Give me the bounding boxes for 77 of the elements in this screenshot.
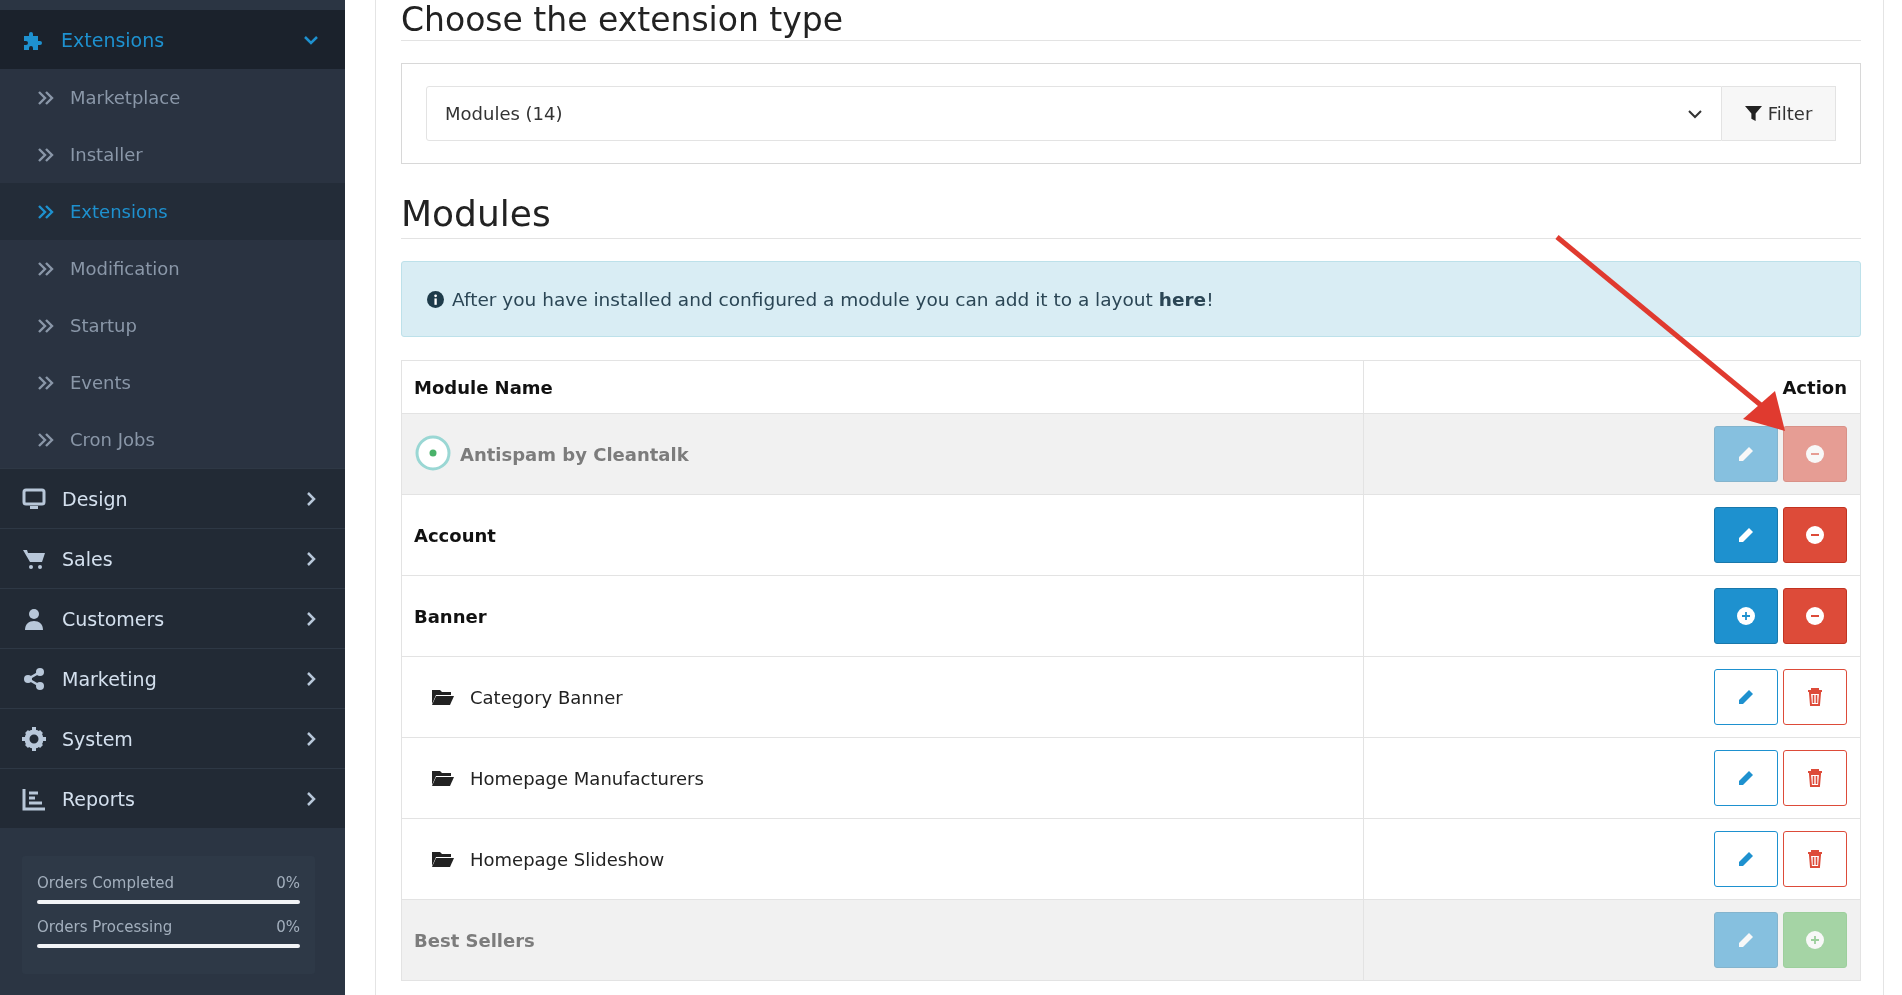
info-icon	[427, 290, 444, 308]
filter-button[interactable]: Filter	[1722, 86, 1836, 141]
folder-icon	[432, 769, 454, 787]
add-button[interactable]	[1714, 588, 1778, 644]
submenu-item[interactable]: Events	[0, 354, 345, 411]
menu-item[interactable]: Reports	[0, 768, 345, 828]
menu-item[interactable]: Marketing	[0, 648, 345, 708]
alert-text: After you have installed and configured a module you can add it to a layout here!	[452, 288, 1214, 310]
user-icon	[22, 606, 46, 631]
menu-item[interactable]: Design	[0, 468, 345, 528]
edit-button[interactable]	[1714, 912, 1778, 968]
pencil-icon	[1737, 688, 1755, 706]
edit-button[interactable]	[1714, 669, 1778, 725]
stat-value: 0%	[276, 918, 300, 936]
trash-icon	[1807, 688, 1823, 706]
delete-button[interactable]	[1783, 750, 1847, 806]
minus-circle-icon	[1806, 526, 1824, 544]
submenu-item[interactable]: Cron Jobs	[0, 411, 345, 468]
column-header: Action	[1782, 376, 1847, 398]
module-name: Category Banner	[470, 686, 623, 708]
submenu-item[interactable]: Startup	[0, 297, 345, 354]
settings-icon	[22, 726, 46, 751]
pencil-icon	[1737, 850, 1755, 868]
trash-icon	[1807, 850, 1823, 868]
folder-icon	[432, 688, 454, 706]
edit-button[interactable]	[1714, 507, 1778, 563]
double-chevron-icon	[38, 147, 54, 162]
minus-circle-icon	[1806, 607, 1824, 625]
double-chevron-icon	[38, 318, 54, 333]
menu-item[interactable]: Sales	[0, 528, 345, 588]
double-chevron-icon	[38, 375, 54, 390]
bar-chart-icon	[22, 786, 46, 811]
module-name: Account	[414, 524, 496, 546]
minus-circle-icon	[1806, 445, 1824, 463]
edit-button[interactable]	[1714, 426, 1778, 482]
edit-button[interactable]	[1714, 750, 1778, 806]
uninstall-button[interactable]	[1783, 588, 1847, 644]
pencil-icon	[1737, 931, 1755, 949]
delete-button[interactable]	[1783, 831, 1847, 887]
stat-value: 0%	[276, 874, 300, 892]
folder-icon	[432, 850, 454, 868]
menu-item[interactable]: Customers	[0, 588, 345, 648]
uninstall-button[interactable]	[1783, 507, 1847, 563]
submenu-item[interactable]: Installer	[0, 126, 345, 183]
module-name: Banner	[414, 605, 487, 627]
edit-button[interactable]	[1714, 831, 1778, 887]
plus-circle-icon	[1737, 607, 1755, 625]
submenu-item[interactable]: Extensions	[0, 183, 345, 240]
module-name: Homepage Manufacturers	[470, 767, 704, 789]
section-heading: Modules	[401, 192, 552, 236]
module-name: Antispam by Cleantalk	[460, 443, 689, 465]
stat-label: Orders Processing	[37, 918, 173, 936]
module-name: Best Sellers	[414, 929, 535, 951]
plus-circle-icon	[1806, 931, 1824, 949]
uninstall-button[interactable]	[1783, 426, 1847, 482]
share-icon	[22, 666, 46, 691]
type-select[interactable]: Modules (14)	[426, 86, 1722, 141]
module-name: Homepage Slideshow	[470, 848, 665, 870]
submenu-item[interactable]: Modification	[0, 240, 345, 297]
filter-icon	[1744, 105, 1762, 122]
section-heading: Choose the extension type	[401, 0, 845, 40]
menu-item[interactable]: Extensions	[0, 10, 345, 69]
menu-label: Extensions	[61, 28, 166, 51]
double-chevron-icon	[38, 261, 54, 276]
menu-item[interactable]: System	[0, 708, 345, 768]
pencil-icon	[1737, 769, 1755, 787]
column-header: Module Name	[414, 376, 553, 398]
monitor-icon	[22, 486, 46, 511]
pencil-icon	[1737, 526, 1755, 544]
pencil-icon	[1737, 445, 1755, 463]
delete-button[interactable]	[1783, 669, 1847, 725]
trash-icon	[1807, 769, 1823, 787]
double-chevron-icon	[38, 432, 54, 447]
submenu-item[interactable]: Marketplace	[0, 69, 345, 126]
double-chevron-icon	[38, 204, 54, 219]
stat-label: Orders Completed	[37, 874, 175, 892]
double-chevron-icon	[38, 90, 54, 105]
